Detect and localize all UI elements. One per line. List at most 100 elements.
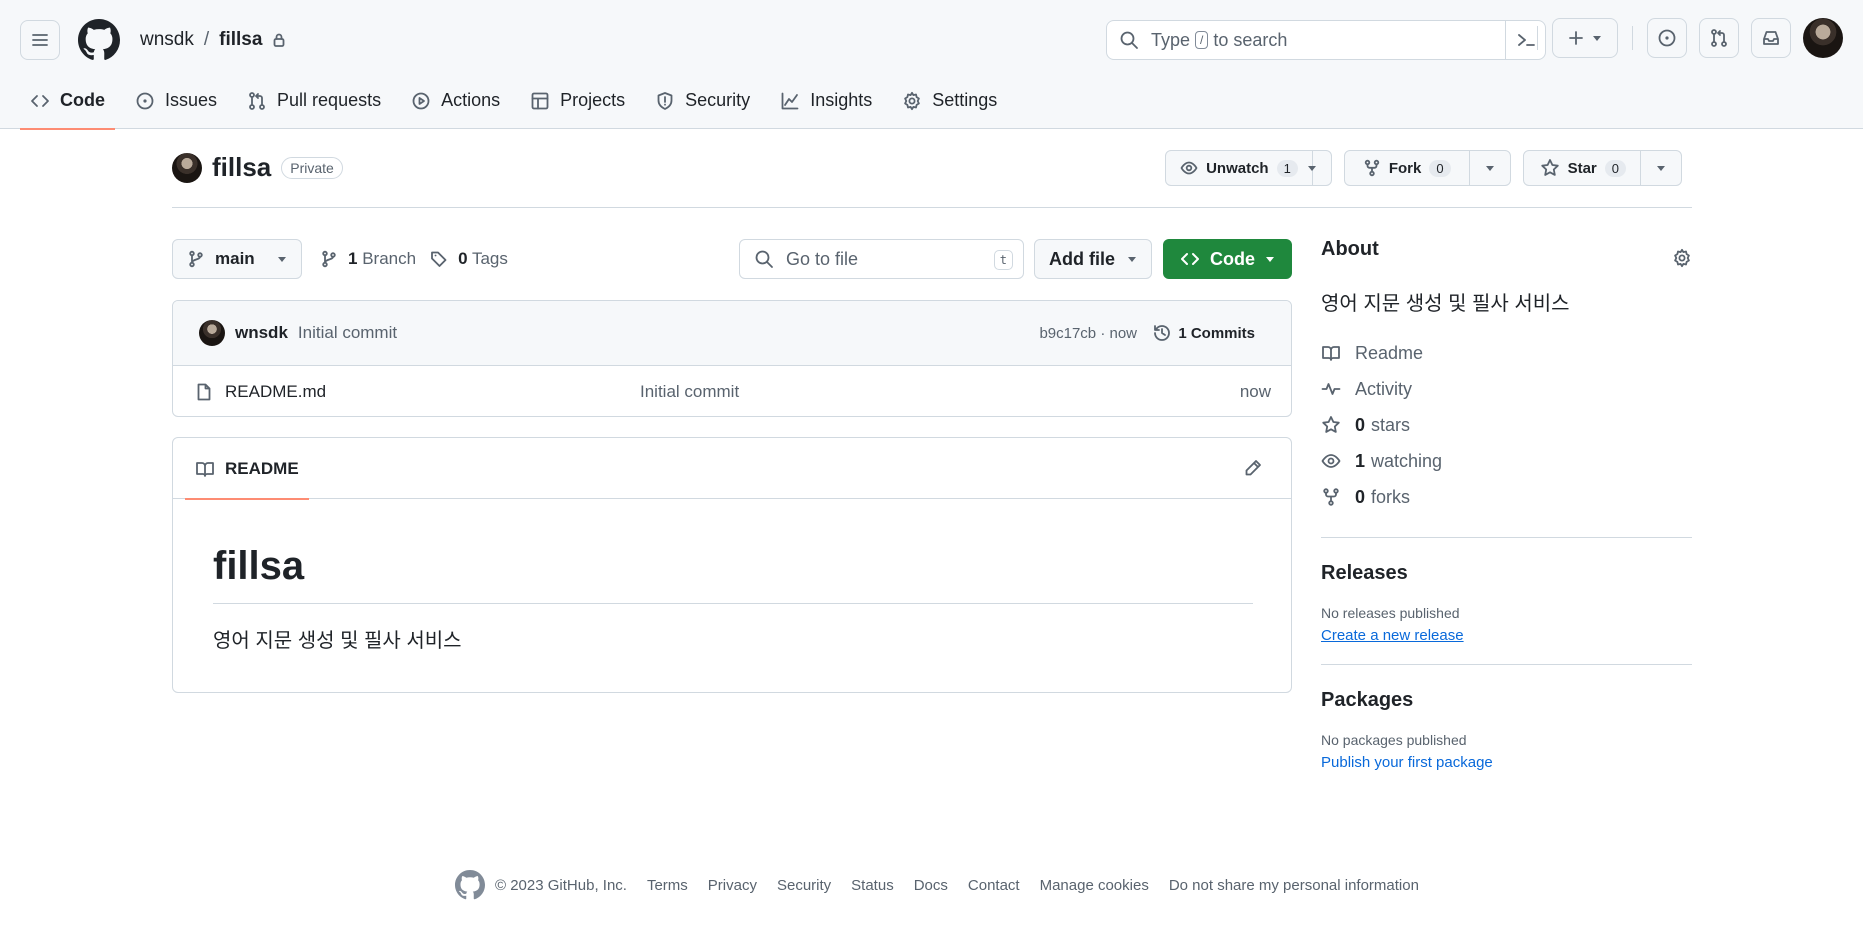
watching-count: 1 xyxy=(1355,450,1366,471)
footer-link-manage-cookies[interactable]: Manage cookies xyxy=(1040,877,1149,894)
go-to-file-input[interactable]: Go to file t xyxy=(739,239,1024,279)
add-file-button[interactable]: Add file xyxy=(1034,239,1152,279)
publish-package-link[interactable]: Publish your first package xyxy=(1321,754,1692,771)
readme-link[interactable]: Readme xyxy=(1321,342,1692,364)
branch-label: Branch xyxy=(362,249,417,268)
unwatch-button[interactable]: Unwatch 1 xyxy=(1166,151,1313,185)
footer-link-do-not-share[interactable]: Do not share my personal information xyxy=(1169,877,1419,894)
create-new-button[interactable] xyxy=(1552,18,1618,58)
tag-count: 0 xyxy=(458,249,468,268)
star-dropdown[interactable] xyxy=(1641,151,1681,185)
footer-link-terms[interactable]: Terms xyxy=(647,877,688,894)
tab-projects[interactable]: Projects xyxy=(520,78,635,123)
latest-commit-row: wnsdk Initial commit b9c17cb · now 1 Com… xyxy=(173,301,1291,366)
file-row[interactable]: README.md Initial commit now xyxy=(173,366,1291,416)
readme-body: 영어 지문 생성 및 필사 서비스 xyxy=(213,630,462,652)
breadcrumb-owner[interactable]: wnsdk xyxy=(140,29,194,51)
pulse-icon xyxy=(1321,383,1341,395)
search-icon xyxy=(755,250,773,268)
triangle-down-icon xyxy=(1307,166,1316,171)
file-toolbar: main 1 Branch 0 Tags Go to file t Add fi… xyxy=(172,239,1292,279)
tab-settings[interactable]: Settings xyxy=(892,78,1007,123)
activity-link[interactable]: Activity xyxy=(1321,378,1692,400)
footer-link-docs[interactable]: Docs xyxy=(914,877,948,894)
issue-icon xyxy=(1658,29,1676,47)
watching-label: watching xyxy=(1371,450,1443,471)
search-input[interactable]: Type / to search xyxy=(1106,20,1546,60)
fork-icon xyxy=(1364,159,1380,177)
no-releases-text: No releases published xyxy=(1321,605,1460,621)
stars-link[interactable]: 0 stars xyxy=(1321,414,1692,436)
code-button[interactable]: Code xyxy=(1163,239,1292,279)
pull-requests-shortcut-button[interactable] xyxy=(1699,18,1739,58)
menu-button[interactable] xyxy=(20,20,60,60)
github-logo-icon[interactable] xyxy=(455,870,485,900)
tags-link[interactable]: 0 Tags xyxy=(458,249,508,269)
fork-dropdown[interactable] xyxy=(1470,151,1510,185)
tag-icon xyxy=(431,251,447,267)
footer-link-contact[interactable]: Contact xyxy=(968,877,1020,894)
github-logo-icon[interactable] xyxy=(78,19,120,61)
tag-label: Tags xyxy=(471,249,508,268)
inbox-button[interactable] xyxy=(1751,18,1791,58)
gear-icon[interactable] xyxy=(1672,248,1692,268)
code-icon xyxy=(1181,253,1199,265)
git-branch-icon xyxy=(322,250,336,268)
footer-link-status[interactable]: Status xyxy=(851,877,894,894)
book-icon xyxy=(1322,346,1340,361)
breadcrumb-repo[interactable]: fillsa xyxy=(219,29,262,51)
committer-name[interactable]: wnsdk xyxy=(235,323,288,343)
footer-link-privacy[interactable]: Privacy xyxy=(708,877,757,894)
eye-icon xyxy=(1180,161,1198,175)
star-count: 0 xyxy=(1604,159,1626,177)
breadcrumb-separator: / xyxy=(203,29,210,50)
issues-shortcut-button[interactable] xyxy=(1647,18,1687,58)
pencil-icon[interactable] xyxy=(1243,458,1263,478)
forks-link[interactable]: 0 forks xyxy=(1321,486,1692,508)
file-age: now xyxy=(1239,381,1271,401)
user-avatar[interactable] xyxy=(1803,18,1843,58)
branch-selector[interactable]: main xyxy=(172,239,302,279)
tab-security[interactable]: Security xyxy=(645,78,760,123)
watch-button-group: Unwatch 1 xyxy=(1165,150,1332,186)
commit-sha-time[interactable]: b9c17cb · now xyxy=(1039,325,1137,342)
plus-icon xyxy=(1569,31,1583,45)
repo-title[interactable]: fillsa xyxy=(212,152,271,183)
breadcrumb: wnsdk / fillsa xyxy=(140,29,286,51)
create-release-link[interactable]: Create a new release xyxy=(1321,627,1692,644)
tab-insights[interactable]: Insights xyxy=(770,78,882,123)
releases-title[interactable]: Releases xyxy=(1321,562,1692,585)
owner-avatar[interactable] xyxy=(172,152,202,183)
tab-code[interactable]: Code xyxy=(20,78,115,130)
commits-history-link[interactable]: 1 Commits xyxy=(1152,323,1255,343)
commit-message[interactable]: Initial commit xyxy=(298,323,397,343)
tab-issues[interactable]: Issues xyxy=(125,78,227,123)
watching-link[interactable]: 1 watching xyxy=(1321,450,1692,472)
search-icon xyxy=(1120,31,1138,49)
file-name[interactable]: README.md xyxy=(225,382,326,402)
inbox-icon xyxy=(1763,31,1779,45)
readme-tab-label: README xyxy=(225,458,299,478)
tab-pull-requests[interactable]: Pull requests xyxy=(237,78,391,123)
branch-tag-meta: 1 Branch 0 Tags xyxy=(320,239,508,279)
readme-tab[interactable]: README xyxy=(185,438,309,500)
graph-icon xyxy=(781,92,799,109)
search-placeholder-pre: Type xyxy=(1151,29,1191,50)
packages-title[interactable]: Packages xyxy=(1321,689,1692,712)
tab-label: Insights xyxy=(810,90,873,110)
terminal-icon xyxy=(1517,34,1535,46)
fork-button[interactable]: Fork 0 xyxy=(1345,151,1470,185)
git-branch-icon xyxy=(189,250,203,268)
footer-link-security[interactable]: Security xyxy=(777,877,831,894)
triangle-down-icon xyxy=(277,257,286,262)
watch-dropdown[interactable] xyxy=(1307,151,1317,185)
tab-actions[interactable]: Actions xyxy=(401,78,510,123)
branches-link[interactable]: 1 Branch xyxy=(348,249,416,269)
committer-avatar[interactable] xyxy=(199,320,225,346)
star-button[interactable]: Star 0 xyxy=(1524,151,1641,185)
about-sidebar: About 영어 지문 생성 및 필사 서비스 Readme Activity … xyxy=(1321,238,1692,771)
history-icon xyxy=(1154,325,1171,341)
file-browser: wnsdk Initial commit b9c17cb · now 1 Com… xyxy=(172,300,1292,417)
file-commit-message[interactable]: Initial commit xyxy=(640,382,739,402)
shield-icon xyxy=(657,91,673,110)
